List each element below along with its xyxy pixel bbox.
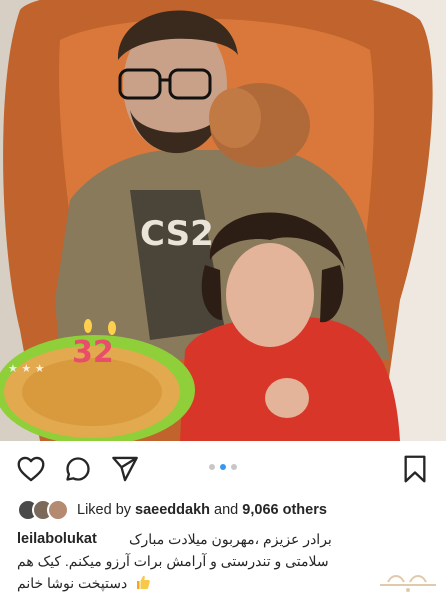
carousel-indicator [209,464,237,470]
liker-username[interactable]: saeeddakh [135,502,210,518]
comment-button[interactable] [63,454,93,484]
like-button[interactable] [16,454,46,484]
bookmark-icon [404,455,426,483]
share-button[interactable] [110,454,140,484]
svg-text:★ ★ ★: ★ ★ ★ [8,362,45,375]
post-photo[interactable]: CS2 32 ★ ★ ★ [0,0,446,441]
liker-avatars[interactable] [17,499,69,521]
likes-conjunction: and [214,502,239,518]
svg-text:32: 32 [72,335,114,370]
send-icon [112,456,138,482]
caption-line: سلامتی و تندرستی و آرامش برات آرزو میکنم… [17,553,329,569]
likes-others-link[interactable]: 9,066 others [242,502,327,518]
comment-icon [66,457,90,481]
caption-username[interactable]: leilabolukat [17,528,97,550]
carousel-dot-active[interactable] [220,464,226,470]
svg-text:CS2: CS2 [140,214,214,254]
heart-icon [17,456,45,482]
save-button[interactable] [400,454,430,484]
watermark-logo [380,575,436,592]
carousel-dot[interactable] [231,464,237,470]
post-photo-illustration: CS2 32 ★ ★ ★ [0,0,446,441]
caption-line: برادر عزیزم ،مهربون میلادت مبارک [129,531,332,547]
thumbs-up-icon [137,575,150,589]
avatar[interactable] [47,499,69,521]
caption-line-3-text: دستپخت نوشا خانم [17,575,128,591]
post-action-bar [0,441,446,497]
likes-prefix: Liked by [77,502,132,518]
likes-summary: Liked by saeeddakh and 9,066 others [17,497,327,523]
carousel-dot[interactable] [209,464,215,470]
caption-line: دستپخت نوشا خانم [17,572,151,594]
